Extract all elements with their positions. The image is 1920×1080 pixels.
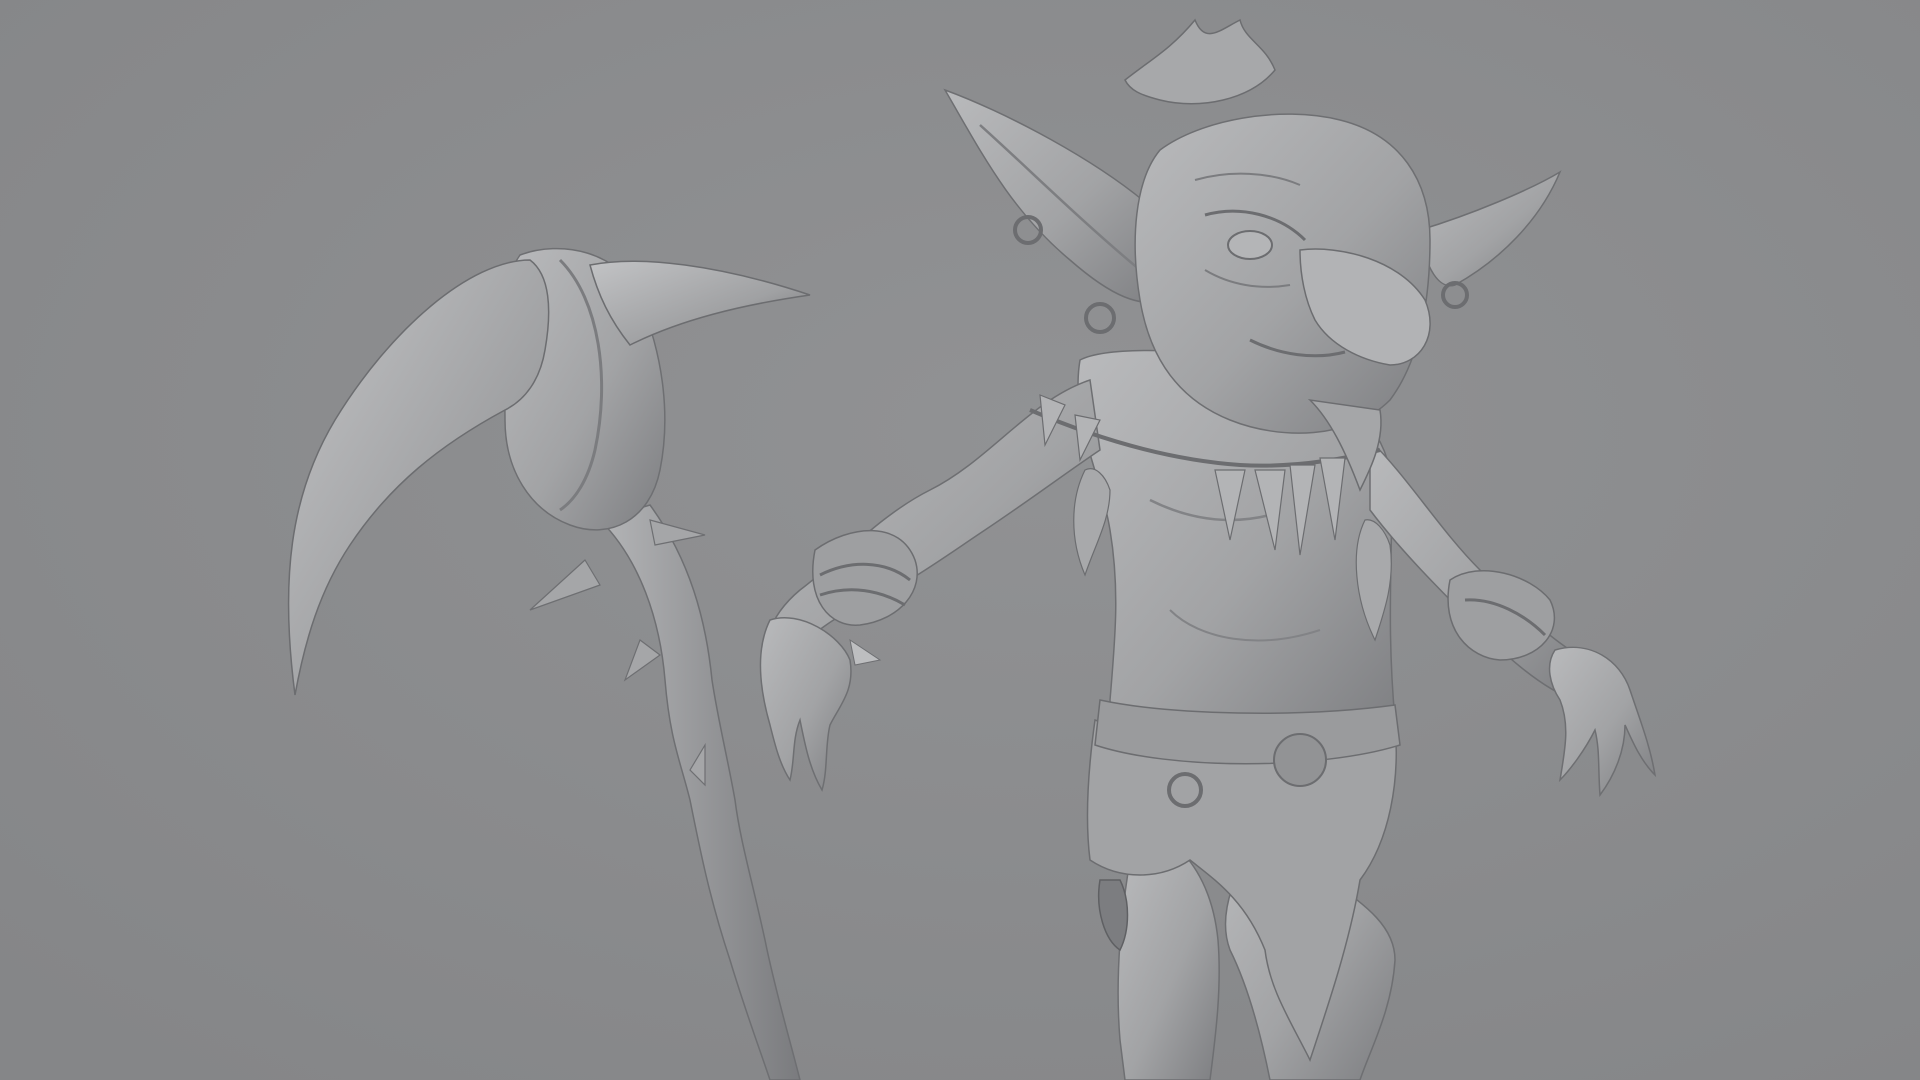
sculpt-render	[0, 0, 1920, 1080]
3d-viewport[interactable]	[0, 0, 1920, 1080]
goblin-belt-buckle	[1273, 733, 1327, 787]
goblin-leg-left	[1117, 849, 1220, 1080]
goblin-eye	[1227, 230, 1273, 260]
